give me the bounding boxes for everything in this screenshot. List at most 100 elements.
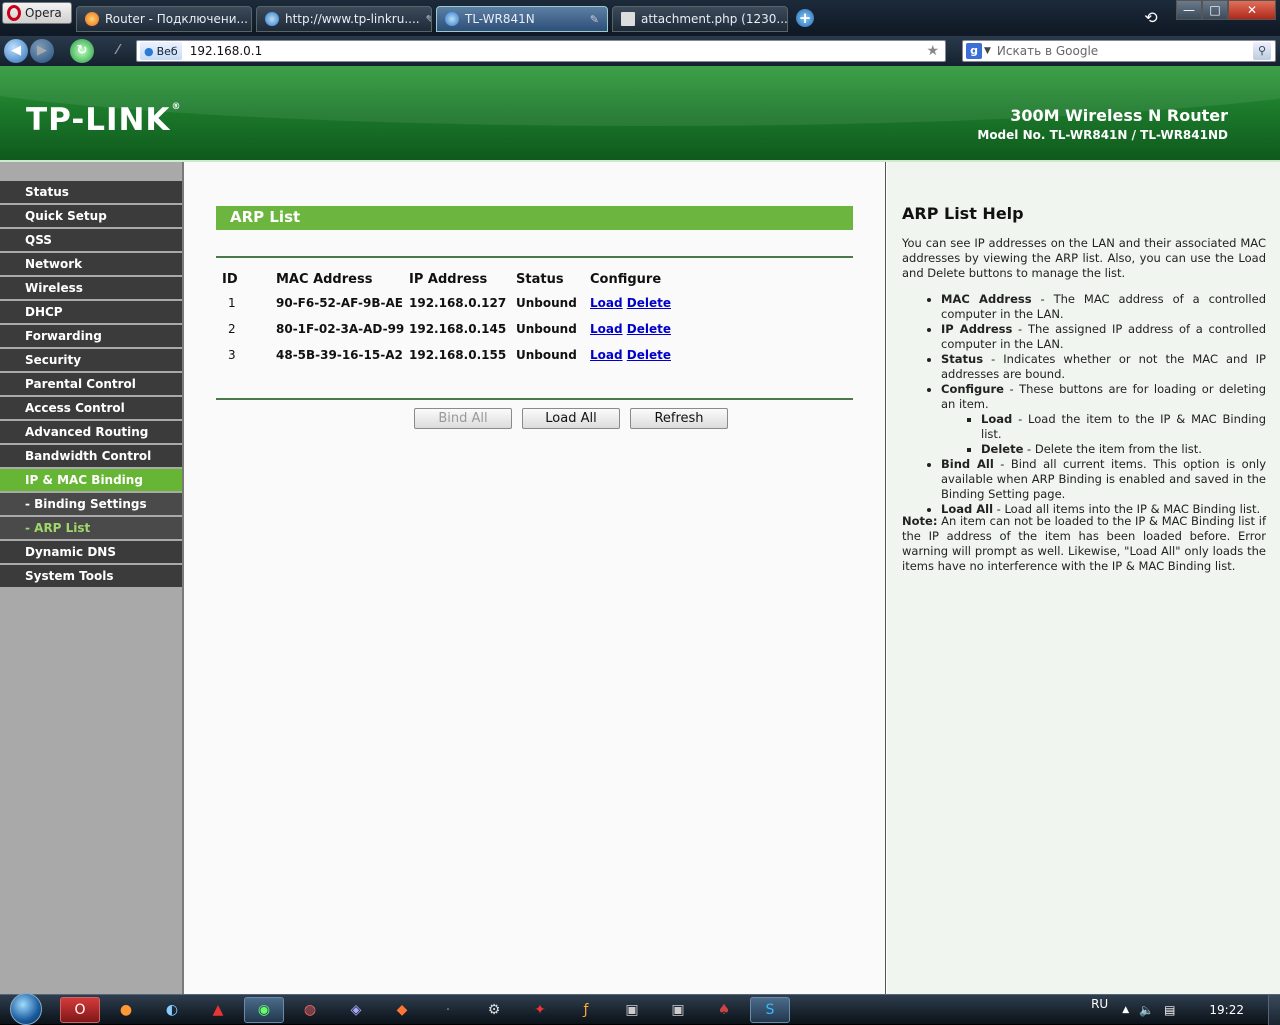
tab-title: Router - Подключени... [105, 12, 248, 26]
row-id: 1 [228, 296, 236, 310]
google-icon[interactable]: g [966, 43, 982, 59]
new-tab-button[interactable]: + [796, 9, 814, 27]
delete-link[interactable]: Delete [627, 322, 671, 336]
document-icon [621, 12, 635, 26]
forward-button[interactable]: ▶ [30, 39, 54, 63]
opera-taskbar-icon[interactable]: O [60, 997, 100, 1023]
sidebar-item-bandwidth-control[interactable]: Bandwidth Control [0, 445, 182, 469]
delete-link[interactable]: Delete [627, 296, 671, 310]
app-taskbar-icon[interactable]: ◆ [382, 997, 422, 1023]
sidebar-item-forwarding[interactable]: Forwarding [0, 325, 182, 349]
note-label: Note: [902, 514, 938, 528]
load-all-button[interactable]: Load All [522, 408, 620, 429]
note-text: An item can not be loaded to the IP & MA… [902, 514, 1266, 573]
sidebar-item-quick-setup[interactable]: Quick Setup [0, 205, 182, 229]
image-taskbar-icon[interactable]: ▣ [658, 997, 698, 1023]
menu-list: Status Quick Setup QSS Network Wireless DHCP F… [0, 181, 182, 589]
sidebar-item-binding-settings[interactable]: - Binding Settings [0, 493, 182, 517]
tab-bar: Opera Router - Подключени... ✎ http://ww… [0, 0, 1280, 36]
steam-taskbar-icon[interactable]: ⚙ [474, 997, 514, 1023]
app-taskbar-icon[interactable]: ◈ [336, 997, 376, 1023]
tab-tp-linkru[interactable]: http://www.tp-linkru.... ✎ [256, 6, 432, 32]
tab-tl-wr841n[interactable]: TL-WR841N ✎ [436, 6, 608, 32]
divider-top [216, 256, 853, 258]
column-header-id: ID [222, 271, 238, 287]
sidebar-item-ip-mac-binding[interactable]: IP & MAC Binding [0, 469, 182, 493]
sidebar-item-dhcp[interactable]: DHCP [0, 301, 182, 325]
language-indicator[interactable]: RU [1091, 997, 1108, 1011]
app-taskbar-icon[interactable]: · [428, 997, 468, 1023]
sidebar-menu: Status Quick Setup QSS Network Wireless DHCP F… [0, 162, 184, 994]
search-box[interactable]: g ▼ Искать в Google ⚲ [962, 40, 1276, 62]
load-link[interactable]: Load [590, 348, 623, 362]
sidebar-item-advanced-routing[interactable]: Advanced Routing [0, 421, 182, 445]
bookmark-star-icon[interactable]: ★ [926, 43, 939, 59]
media-taskbar-icon[interactable]: ◍ [290, 997, 330, 1023]
volume-icon[interactable]: 🔈 [1139, 1003, 1154, 1017]
table-row: 3 48-5B-39-16-15-A2 192.168.0.155 Unboun… [216, 342, 680, 368]
game-taskbar-icon[interactable]: ✦ [520, 997, 560, 1023]
tab-router[interactable]: Router - Подключени... ✎ [76, 6, 252, 32]
window-controls: — □ ✕ [1176, 0, 1276, 20]
web-badge-label: Веб [156, 44, 178, 58]
row-ip: 192.168.0.127 [409, 296, 507, 310]
app-taskbar-icon[interactable]: ◐ [152, 997, 192, 1023]
sidebar-item-status[interactable]: Status [0, 181, 182, 205]
opera-menu-label: Opera [25, 6, 62, 20]
wand-icon[interactable]: ⁄ [106, 39, 130, 63]
row-ip: 192.168.0.155 [409, 348, 507, 362]
router-page: TP-LINK® 300M Wireless N Router Model No… [0, 66, 1280, 994]
help-panel: ARP List Help You can see IP addresses o… [887, 162, 1280, 994]
clock[interactable]: 19:22 [1209, 1003, 1244, 1017]
help-term: Configure [941, 382, 1004, 396]
flash-taskbar-icon[interactable]: ƒ [566, 997, 606, 1023]
firefox-taskbar-icon[interactable]: ● [106, 997, 146, 1023]
browser-window: Opera Router - Подключени... ✎ http://ww… [0, 0, 1280, 1025]
sidebar-item-arp-list[interactable]: - ARP List [0, 517, 182, 541]
start-button[interactable] [10, 993, 42, 1025]
help-title: ARP List Help [902, 204, 1024, 223]
sidebar-item-wireless[interactable]: Wireless [0, 277, 182, 301]
search-input[interactable]: Искать в Google [997, 44, 1098, 58]
sidebar-item-system-tools[interactable]: System Tools [0, 565, 182, 589]
sidebar-item-dynamic-dns[interactable]: Dynamic DNS [0, 541, 182, 565]
sidebar-item-access-control[interactable]: Access Control [0, 397, 182, 421]
url-input[interactable]: 192.168.0.1 [190, 44, 263, 58]
help-text: - Indicates whether or not the MAC and I… [941, 352, 1266, 381]
minimize-button[interactable]: — [1176, 0, 1202, 20]
row-ip: 192.168.0.145 [409, 322, 507, 336]
load-link[interactable]: Load [590, 296, 623, 310]
close-button[interactable]: ✕ [1228, 0, 1276, 20]
skype-taskbar-icon[interactable]: S [750, 997, 790, 1023]
tab-attachment[interactable]: attachment.php (1230... ✎ [612, 6, 788, 32]
bind-all-button[interactable]: Bind All [414, 408, 512, 429]
back-button[interactable]: ◀ [4, 39, 28, 63]
row-status: Unbound [516, 348, 577, 362]
table-header-row: ID MAC Address IP Address Status Configu… [216, 268, 680, 290]
row-status: Unbound [516, 322, 577, 336]
sidebar-item-security[interactable]: Security [0, 349, 182, 373]
sidebar-item-qss[interactable]: QSS [0, 229, 182, 253]
sidebar-item-network[interactable]: Network [0, 253, 182, 277]
load-link[interactable]: Load [590, 322, 623, 336]
chrome-taskbar-icon[interactable]: ◉ [244, 997, 284, 1023]
game-taskbar-icon[interactable]: ♠ [704, 997, 744, 1023]
search-icon[interactable]: ⚲ [1253, 42, 1271, 60]
chevron-down-icon[interactable]: ▼ [984, 46, 991, 56]
closed-tabs-icon[interactable]: ⟲ [1140, 8, 1162, 28]
refresh-button[interactable]: Refresh [630, 408, 728, 429]
pdf-taskbar-icon[interactable]: ▲ [198, 997, 238, 1023]
firefox-icon [85, 12, 99, 26]
opera-menu-button[interactable]: Opera [2, 2, 72, 24]
maximize-button[interactable]: □ [1202, 0, 1228, 20]
sidebar-item-parental-control[interactable]: Parental Control [0, 373, 182, 397]
show-desktop-button[interactable] [1268, 995, 1280, 1025]
network-icon[interactable]: ▤ [1164, 1003, 1175, 1017]
row-mac: 48-5B-39-16-15-A2 [276, 348, 403, 362]
image-taskbar-icon[interactable]: ▣ [612, 997, 652, 1023]
chevron-up-icon[interactable]: ▲ [1122, 1005, 1129, 1015]
delete-link[interactable]: Delete [627, 348, 671, 362]
reload-button[interactable]: ↻ [70, 39, 94, 63]
help-item: Configure - These buttons are for loadin… [941, 382, 1266, 457]
address-bar[interactable]: ● Веб 192.168.0.1 ★ [136, 40, 946, 62]
